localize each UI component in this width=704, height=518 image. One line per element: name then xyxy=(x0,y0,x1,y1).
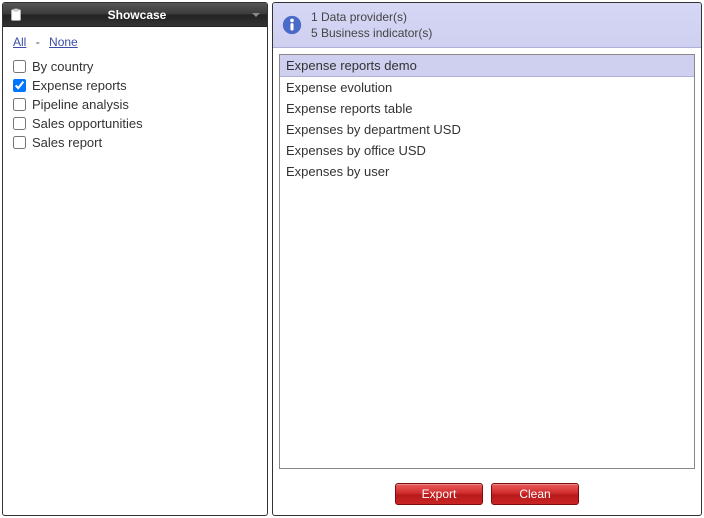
clipboard-icon xyxy=(9,8,23,22)
right-panel: 1 Data provider(s) 5 Business indicator(… xyxy=(272,2,702,516)
left-panel: Showcase All - None By country Expense re… xyxy=(2,2,268,516)
category-item[interactable]: Sales opportunities xyxy=(13,114,257,133)
list-item[interactable]: Expenses by user xyxy=(280,161,694,182)
list-item[interactable]: Expenses by office USD xyxy=(280,140,694,161)
left-panel-title: Showcase xyxy=(23,8,251,22)
list-box: Expense reports demo Expense evolutionEx… xyxy=(279,54,695,469)
select-links: All - None xyxy=(13,35,257,49)
select-all-link[interactable]: All xyxy=(13,35,26,49)
category-label: Sales report xyxy=(32,135,102,150)
category-item[interactable]: Pipeline analysis xyxy=(13,95,257,114)
category-checkbox[interactable] xyxy=(13,117,26,130)
category-list: By country Expense reports Pipeline analys… xyxy=(13,57,257,152)
info-line-1: 1 Data provider(s) xyxy=(311,9,432,25)
link-separator: - xyxy=(36,35,40,49)
category-checkbox[interactable] xyxy=(13,136,26,149)
button-row: Export Clean xyxy=(273,475,701,515)
category-item[interactable]: Expense reports xyxy=(13,76,257,95)
category-label: Sales opportunities xyxy=(32,116,143,131)
category-checkbox[interactable] xyxy=(13,98,26,111)
left-panel-body: All - None By country Expense reports Pipe… xyxy=(3,27,267,160)
info-bar: 1 Data provider(s) 5 Business indicator(… xyxy=(273,3,701,48)
list-items: Expense evolutionExpense reports tableEx… xyxy=(280,77,694,182)
list-header[interactable]: Expense reports demo xyxy=(280,55,694,77)
info-icon xyxy=(281,14,303,36)
category-item[interactable]: By country xyxy=(13,57,257,76)
category-checkbox[interactable] xyxy=(13,79,26,92)
select-none-link[interactable]: None xyxy=(49,35,78,49)
info-line-2: 5 Business indicator(s) xyxy=(311,25,432,41)
category-label: By country xyxy=(32,59,93,74)
clean-button[interactable]: Clean xyxy=(491,483,579,505)
chevron-down-icon[interactable] xyxy=(251,10,261,20)
category-label: Pipeline analysis xyxy=(32,97,129,112)
category-checkbox[interactable] xyxy=(13,60,26,73)
left-panel-header[interactable]: Showcase xyxy=(3,3,267,27)
list-item[interactable]: Expense reports table xyxy=(280,98,694,119)
category-item[interactable]: Sales report xyxy=(13,133,257,152)
list-item[interactable]: Expenses by department USD xyxy=(280,119,694,140)
category-label: Expense reports xyxy=(32,78,127,93)
list-item[interactable]: Expense evolution xyxy=(280,77,694,98)
export-button[interactable]: Export xyxy=(395,483,483,505)
info-text: 1 Data provider(s) 5 Business indicator(… xyxy=(311,9,432,41)
